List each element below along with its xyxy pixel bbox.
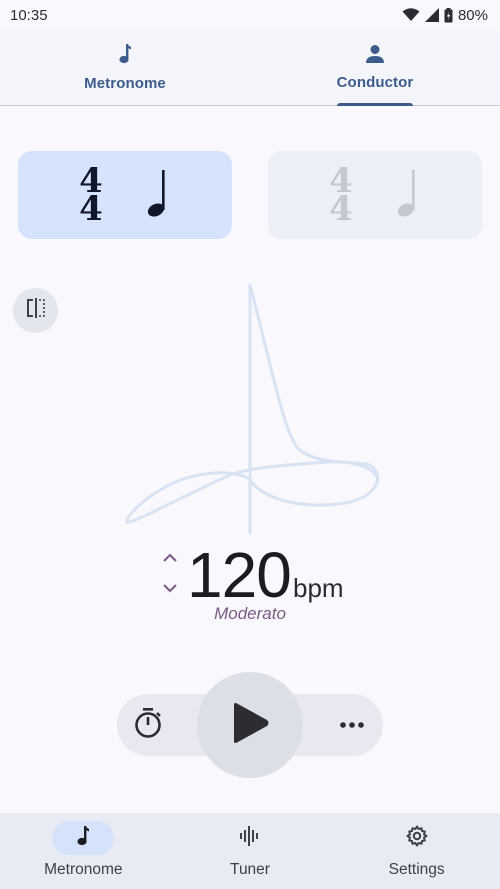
top-tab-bar: Metronome Conductor (0, 30, 500, 106)
signal-icon (424, 8, 439, 22)
tab-metronome[interactable]: Metronome (0, 30, 250, 105)
time-signature-denominator: 4 (79, 189, 103, 229)
battery-percent: 80% (457, 6, 488, 24)
tempo-marking: Moderato (214, 604, 286, 623)
nav-item-label: Settings (388, 861, 445, 878)
wifi-icon (402, 8, 420, 22)
nav-item-label: Tuner (230, 861, 270, 878)
nav-item-settings[interactable]: Settings (333, 813, 500, 889)
tab-conductor[interactable]: Conductor (250, 30, 500, 106)
time-signature: 4 4 (79, 164, 103, 229)
music-note-icon (117, 43, 133, 69)
time-signature-denominator: 4 (329, 189, 353, 229)
timer-button[interactable] (130, 703, 166, 747)
status-icons: 80% (402, 7, 488, 24)
conductor-beat-path (125, 283, 380, 535)
bpm-value[interactable]: 120 (187, 538, 292, 612)
timer-icon (133, 707, 163, 744)
bottom-navigation: Metronome Tuner Settings (0, 813, 500, 889)
person-icon (365, 44, 385, 68)
status-time: 10:35 (10, 6, 48, 24)
music-note-icon (75, 825, 91, 852)
nav-active-indicator (52, 821, 115, 855)
play-button[interactable] (197, 672, 303, 778)
waveform-icon (238, 824, 262, 853)
conductor-beat-pattern (125, 283, 380, 535)
battery-icon (444, 7, 453, 23)
status-bar: 10:35 80% (0, 0, 500, 30)
quarter-note-icon (395, 168, 421, 223)
chevron-up-icon[interactable] (162, 550, 178, 568)
bpm-unit: bpm (293, 573, 344, 603)
gear-icon (405, 824, 429, 853)
chevron-down-icon[interactable] (162, 580, 178, 598)
quarter-note-icon (145, 168, 171, 223)
tempo-stepper (158, 550, 182, 598)
tab-metronome-label: Metronome (84, 75, 166, 92)
more-options-button[interactable] (334, 703, 370, 747)
nav-item-label: Metronome (44, 861, 123, 878)
time-signature-card-secondary[interactable]: 4 4 (268, 151, 482, 239)
time-signature-card-primary[interactable]: 4 4 (18, 151, 232, 239)
active-tab-indicator (337, 103, 413, 106)
time-signature: 4 4 (329, 164, 353, 229)
more-horizontal-icon (339, 716, 365, 734)
nav-item-tuner[interactable]: Tuner (167, 813, 334, 889)
tab-conductor-label: Conductor (336, 74, 414, 91)
play-icon (230, 702, 270, 749)
nav-item-metronome[interactable]: Metronome (0, 813, 167, 889)
